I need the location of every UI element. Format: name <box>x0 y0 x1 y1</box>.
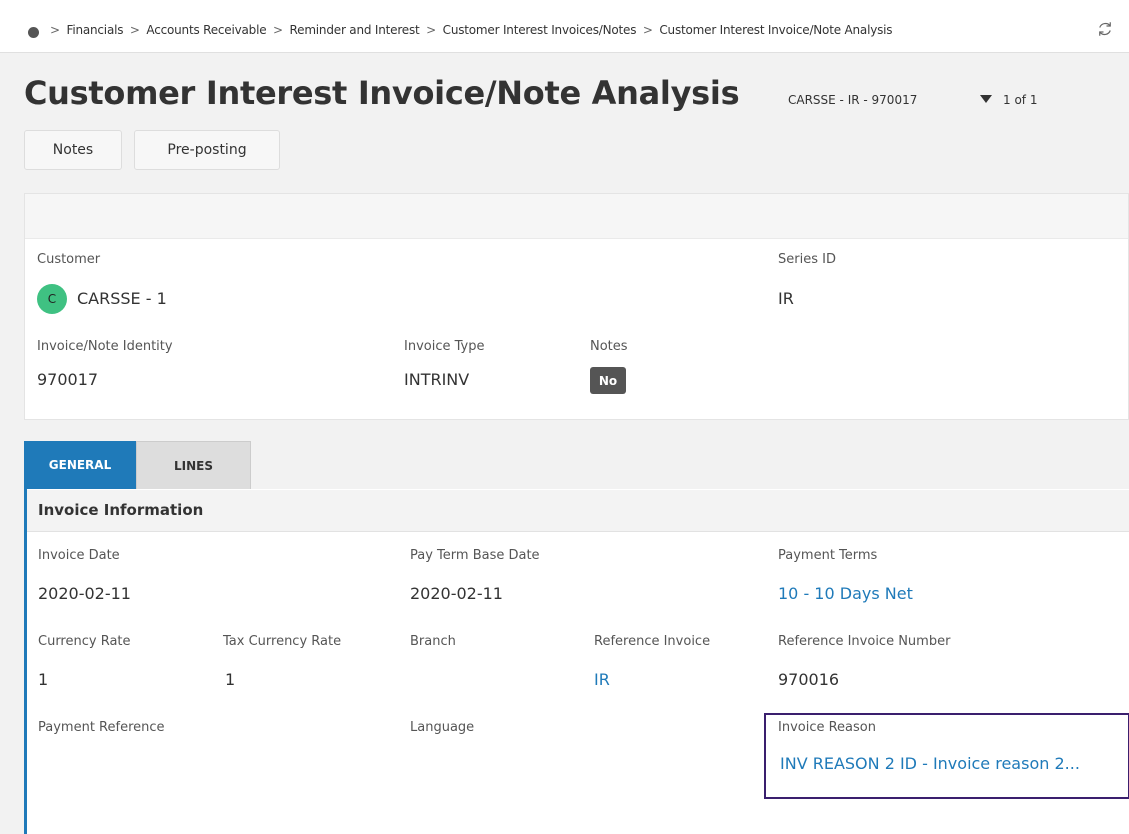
reference-invoice-label: Reference Invoice <box>594 634 711 649</box>
pay-term-base-date-label: Pay Term Base Date <box>410 548 540 563</box>
record-count: 1 of 1 <box>1003 93 1038 107</box>
breadcrumb-separator: > <box>50 23 60 37</box>
payment-terms-link[interactable]: 10 - 10 Days Net <box>778 584 913 603</box>
header-card <box>24 193 1129 420</box>
tax-currency-rate-label: Tax Currency Rate <box>223 634 342 649</box>
series-id-value: IR <box>778 289 794 308</box>
identity-value: 970017 <box>37 370 99 389</box>
invoice-date-label: Invoice Date <box>38 548 120 563</box>
notes-badge: No <box>590 367 626 394</box>
invoice-reason-label: Invoice Reason <box>778 720 876 735</box>
reference-invoice-number-value: 970016 <box>778 670 840 689</box>
card-header-strip <box>25 194 1128 239</box>
branch-label: Branch <box>410 634 456 649</box>
home-dot-icon[interactable] <box>28 27 39 38</box>
breadcrumb-separator: > <box>129 23 140 37</box>
breadcrumb-item-reminder-interest[interactable]: Reminder and Interest <box>290 23 420 37</box>
currency-rate-label: Currency Rate <box>38 634 131 649</box>
breadcrumb-separator: > <box>273 23 283 37</box>
invoice-reason-link[interactable]: INV REASON 2 ID - Invoice reason 2... <box>780 754 1126 773</box>
pay-term-base-date-value: 2020-02-11 <box>410 584 503 603</box>
tab-general[interactable]: GENERAL <box>24 441 136 489</box>
avatar: C <box>37 284 67 314</box>
page-title: Customer Interest Invoice/Note Analysis <box>24 74 740 112</box>
invoice-type-label: Invoice Type <box>404 339 485 354</box>
customer-value[interactable]: CARSSE - 1 <box>77 289 167 308</box>
payment-reference-label: Payment Reference <box>38 720 165 735</box>
invoice-date-value: 2020-02-11 <box>38 584 131 603</box>
breadcrumb-bar: > Financials > Accounts Receivable > Rem… <box>0 0 1129 53</box>
breadcrumb-item-accounts-receivable[interactable]: Accounts Receivable <box>146 23 266 37</box>
invoice-type-value: INTRINV <box>404 370 470 389</box>
currency-rate-value: 1 <box>38 670 49 689</box>
breadcrumb: > Financials > Accounts Receivable > Rem… <box>47 23 893 37</box>
section-title: Invoice Information <box>38 501 204 519</box>
refresh-icon[interactable] <box>1096 20 1114 38</box>
pre-posting-button[interactable]: Pre-posting <box>134 130 280 170</box>
breadcrumb-separator: > <box>426 23 437 37</box>
notes-button[interactable]: Notes <box>24 130 122 170</box>
notes-label: Notes <box>590 339 628 354</box>
breadcrumb-item-current-page: Customer Interest Invoice/Note Analysis <box>659 23 893 37</box>
caret-down-icon[interactable] <box>980 95 992 103</box>
customer-label: Customer <box>37 252 101 267</box>
reference-invoice-number-label: Reference Invoice Number <box>778 634 951 649</box>
tax-currency-rate-value: 1 <box>225 670 236 689</box>
tab-lines[interactable]: LINES <box>136 441 251 489</box>
breadcrumb-item-interest-invoices[interactable]: Customer Interest Invoices/Notes <box>443 23 637 37</box>
reference-invoice-link[interactable]: IR <box>594 670 610 689</box>
payment-terms-label: Payment Terms <box>778 548 878 563</box>
breadcrumb-item-financials[interactable]: Financials <box>66 23 123 37</box>
language-label: Language <box>410 720 475 735</box>
identity-label: Invoice/Note Identity <box>37 339 173 354</box>
series-id-label: Series ID <box>778 252 836 267</box>
record-selector[interactable]: CARSSE - IR - 970017 <box>788 93 917 107</box>
breadcrumb-separator: > <box>642 23 653 37</box>
